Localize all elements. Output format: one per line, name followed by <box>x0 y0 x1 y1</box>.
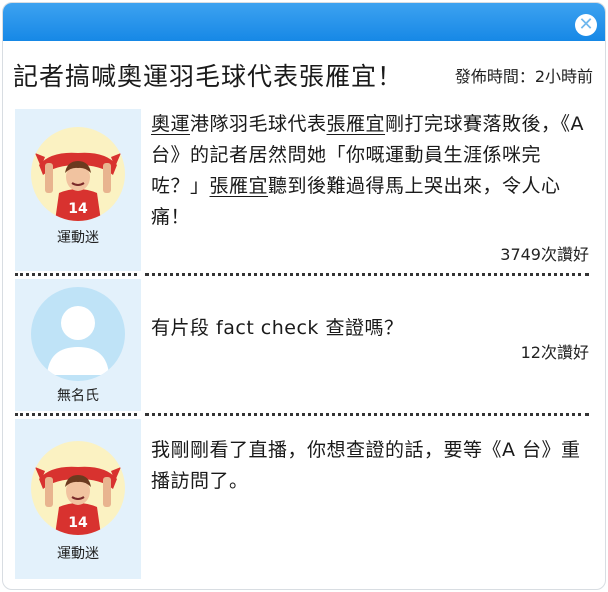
close-icon: ✕ <box>578 14 594 35</box>
user-panel: 14 運動迷 <box>15 109 141 271</box>
keyword-link[interactable]: 張雁宜 <box>327 113 386 135</box>
divider <box>15 413 137 416</box>
divider <box>145 273 589 276</box>
close-button[interactable]: ✕ <box>575 14 597 36</box>
comment-text: 我剛剛看了直播，你想查證的話，要等《A 台》重播訪問了。 <box>151 439 581 492</box>
user-panel: 14 運動迷 <box>15 419 141 579</box>
headline: 記者搞喊奧運羽毛球代表張雁宜！ <box>13 62 404 91</box>
anonymous-avatar-icon <box>31 287 125 381</box>
sports-fan-avatar-icon: 14 <box>31 441 125 535</box>
posted-time: 發佈時間：2小時前 <box>454 67 593 86</box>
like-count[interactable]: 3749次讚好 <box>500 241 589 265</box>
comment-post: 無名氏 有片段 fact check 查證嗎？ 12次讚好 <box>15 279 589 411</box>
svg-text:14: 14 <box>68 515 88 531</box>
news-popup-window: ✕ 記者搞喊奧運羽毛球代表張雁宜！ 發佈時間：2小時前 14 運動迷 奧運港隊羽… <box>2 2 606 590</box>
divider <box>15 273 137 276</box>
user-panel: 無名氏 <box>15 279 141 411</box>
title-bar: ✕ <box>3 3 605 41</box>
comment-post: 14 運動迷 奧運港隊羽毛球代表張雁宜剛打完球賽落敗後，《A 台》的記者居然問她… <box>15 109 589 271</box>
like-count[interactable]: 12次讚好 <box>521 339 589 363</box>
svg-text:14: 14 <box>68 201 88 217</box>
username: 運動迷 <box>57 230 99 246</box>
comment-text-segment: 港隊羽毛球代表 <box>190 113 327 135</box>
keyword-link[interactable]: 奧運 <box>151 113 190 135</box>
divider <box>145 413 589 416</box>
username: 無名氏 <box>57 388 99 404</box>
username: 運動迷 <box>57 546 99 562</box>
comment-text: 奧運港隊羽毛球代表張雁宜剛打完球賽落敗後，《A 台》的記者居然問她「你嘅運動員生… <box>151 109 589 233</box>
comment-post: 14 運動迷 我剛剛看了直播，你想查證的話，要等《A 台》重播訪問了。 <box>15 419 589 579</box>
post-header: 記者搞喊奧運羽毛球代表張雁宜！ 發佈時間：2小時前 <box>13 55 593 95</box>
keyword-link[interactable]: 張雁宜 <box>210 175 269 197</box>
sports-fan-avatar-icon: 14 <box>31 127 125 221</box>
